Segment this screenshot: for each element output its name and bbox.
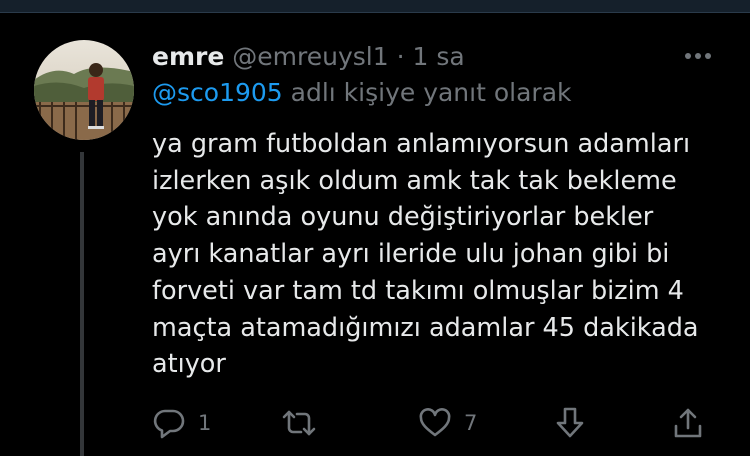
reply-icon — [153, 409, 185, 439]
thread-line — [80, 152, 84, 456]
more-options-button[interactable] — [680, 48, 716, 64]
reply-count: 1 — [198, 411, 212, 435]
share-button[interactable] — [672, 406, 716, 440]
reply-context: @sco1905 adlı kişiye yanıt olarak — [152, 76, 572, 110]
avatar-photo — [34, 40, 134, 140]
retweet-button[interactable] — [280, 406, 330, 440]
reply-button[interactable]: 1 — [152, 406, 211, 440]
tweet-header: emre @emreuysl1 · 1 sa — [152, 40, 465, 74]
heart-icon — [419, 408, 451, 437]
tweet-text-line: ya gram futboldan anlamıyorsun adamları — [152, 129, 691, 159]
tweet-text-line: yok anında oyunu değiştiriyorlar bekler — [152, 202, 654, 233]
tweet[interactable]: emre @emreuysl1 · 1 sa @sco1905 adlı kiş… — [0, 12, 750, 456]
more-icon — [685, 53, 711, 59]
retweet-icon — [282, 410, 316, 436]
tweet-text-line: ayrı kanatlar ayrı ileride ulu johan gib… — [152, 239, 670, 270]
avatar[interactable] — [34, 40, 134, 140]
reply-context-label: adlı kişiye yanıt olarak — [282, 78, 572, 107]
header-separator: · — [396, 42, 405, 71]
author-handle[interactable]: @emreuysl1 — [232, 42, 388, 71]
tweet-text-line: forveti var tam td takımı olmuşlar bizim… — [152, 275, 684, 306]
timestamp[interactable]: 1 sa — [412, 42, 464, 71]
tweet-text-line: maçta atamadığımızı adamlar 45 dakikada — [152, 312, 699, 343]
like-count: 7 — [464, 411, 478, 435]
tweet-text-line: atıyor — [152, 349, 226, 380]
share-icon — [674, 408, 702, 438]
tweet-text: ya gram futboldan anlamıyorsun adamları … — [152, 126, 732, 383]
arrow-down-icon — [556, 407, 584, 438]
like-button[interactable]: 7 — [418, 406, 477, 440]
downvote-button[interactable] — [554, 406, 598, 440]
tweet-text-line: izlerken aşık oldum amk tak tak bekleme — [152, 165, 677, 196]
author-name[interactable]: emre — [152, 42, 224, 71]
reply-mention-link[interactable]: @sco1905 — [152, 78, 283, 107]
